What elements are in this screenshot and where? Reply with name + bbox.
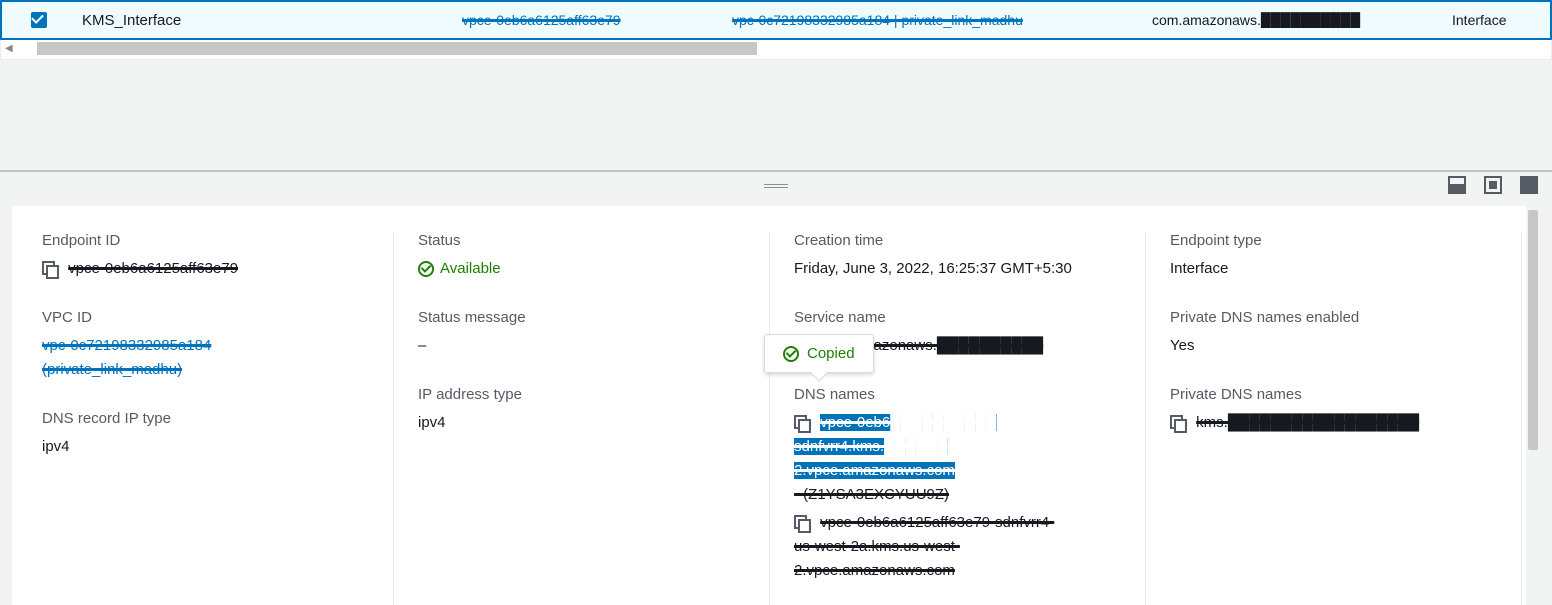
copy-icon[interactable] bbox=[1170, 415, 1184, 429]
copy-icon[interactable] bbox=[794, 515, 808, 529]
value-dns-record-ip-type: ipv4 bbox=[42, 435, 369, 459]
value-private-dns-names: kms.██████████████████ bbox=[1170, 411, 1497, 435]
panel-size-small-icon[interactable] bbox=[1448, 176, 1466, 194]
value-vpc-id[interactable]: vpc-0c72198332985a184 (private_link_madh… bbox=[42, 334, 369, 382]
row-name: KMS_Interface bbox=[68, 12, 448, 29]
copied-popover: Copied bbox=[764, 334, 874, 373]
label-status: Status bbox=[418, 232, 745, 249]
dns2-line1: vpce-0eb6a6125aff63e79-sdnfvrr4- bbox=[820, 514, 1054, 531]
scrollbar-thumb[interactable] bbox=[37, 42, 757, 55]
details-toolbar bbox=[0, 172, 1552, 200]
private-dns-text: kms.██████████████████ bbox=[1196, 414, 1419, 431]
horizontal-scrollbar[interactable]: ◀ bbox=[0, 40, 1552, 60]
dns-name-1: vpce-0eb6██████████ sdnfvrr4.kms.██████ … bbox=[794, 411, 1121, 507]
details-col-2: Status Available Status message – IP add… bbox=[394, 232, 770, 605]
value-status-message: – bbox=[418, 334, 745, 358]
value-ip-address-type: ipv4 bbox=[418, 411, 745, 435]
drag-handle-icon[interactable] bbox=[764, 182, 788, 188]
checkbox-checked-icon[interactable] bbox=[31, 12, 47, 28]
value-private-dns-enabled: Yes bbox=[1170, 334, 1497, 358]
dns1-hosted-zone: - (Z1YSA3EXCYUU9Z) bbox=[794, 486, 949, 503]
status-text: Available bbox=[440, 257, 501, 281]
copy-icon[interactable] bbox=[794, 415, 808, 429]
vpc-id-line2[interactable]: (private_link_madhu) bbox=[42, 361, 182, 378]
endpoint-id-text: vpce-0eb6a6125aff63e79 bbox=[68, 260, 238, 277]
label-dns-names: DNS names bbox=[794, 386, 1121, 403]
label-ip-address-type: IP address type bbox=[418, 386, 745, 403]
check-circle-icon bbox=[418, 261, 434, 277]
copy-icon[interactable] bbox=[42, 261, 56, 275]
details-col-3: Creation time Friday, June 3, 2022, 16:2… bbox=[770, 232, 1146, 605]
value-endpoint-id: vpce-0eb6a6125aff63e79 bbox=[42, 257, 369, 281]
dns-name-2: vpce-0eb6a6125aff63e79-sdnfvrr4- us-west… bbox=[794, 511, 1121, 583]
dns1-line2: sdnfvrr4.kms.██████ bbox=[794, 438, 948, 455]
table-row[interactable]: KMS_Interface vpce-0eb6a6125aff63e79 vpc… bbox=[0, 0, 1552, 40]
label-dns-record-ip-type: DNS record IP type bbox=[42, 410, 369, 427]
label-private-dns-names: Private DNS names bbox=[1170, 386, 1497, 403]
label-creation-time: Creation time bbox=[794, 232, 1121, 249]
label-endpoint-type: Endpoint type bbox=[1170, 232, 1497, 249]
row-vpc[interactable]: vpc-0c72198332985a184 | private_link_mad… bbox=[718, 12, 1138, 28]
dns2-line2: us-west-2a.kms.us-west- bbox=[794, 538, 960, 555]
endpoint-details-panel: Endpoint ID vpce-0eb6a6125aff63e79 VPC I… bbox=[12, 206, 1540, 605]
dns1-line1: vpce-0eb6██████████ bbox=[820, 414, 996, 431]
dns1-line3: 2.vpce.amazonaws.com bbox=[794, 462, 955, 479]
label-vpc-id: VPC ID bbox=[42, 309, 369, 326]
label-private-dns-enabled: Private DNS names enabled bbox=[1170, 309, 1497, 326]
scrollbar-thumb[interactable] bbox=[1528, 210, 1538, 450]
details-vertical-scrollbar[interactable] bbox=[1526, 206, 1540, 605]
check-circle-icon bbox=[783, 346, 799, 362]
row-checkbox-cell[interactable] bbox=[10, 12, 68, 28]
row-endpoint-type: Interface bbox=[1438, 12, 1542, 28]
spacer bbox=[0, 60, 1552, 170]
value-creation-time: Friday, June 3, 2022, 16:25:37 GMT+5:30 bbox=[794, 257, 1121, 281]
panel-size-medium-icon[interactable] bbox=[1484, 176, 1502, 194]
details-col-4: Endpoint type Interface Private DNS name… bbox=[1146, 232, 1522, 605]
scroll-left-icon[interactable]: ◀ bbox=[5, 43, 15, 55]
row-service-name: com.amazonaws.██████████ bbox=[1138, 12, 1438, 28]
row-endpoint-id[interactable]: vpce-0eb6a6125aff63e79 bbox=[448, 12, 718, 28]
label-endpoint-id: Endpoint ID bbox=[42, 232, 369, 249]
vpc-id-line1[interactable]: vpc-0c72198332985a184 bbox=[42, 337, 211, 354]
dns2-line3: 2.vpce.amazonaws.com bbox=[794, 562, 955, 579]
label-status-message: Status message bbox=[418, 309, 745, 326]
popover-text: Copied bbox=[807, 345, 855, 362]
value-status: Available bbox=[418, 257, 745, 281]
value-endpoint-type: Interface bbox=[1170, 257, 1497, 281]
panel-size-full-icon[interactable] bbox=[1520, 176, 1538, 194]
details-col-1: Endpoint ID vpce-0eb6a6125aff63e79 VPC I… bbox=[42, 232, 394, 605]
label-service-name: Service name bbox=[794, 309, 1121, 326]
endpoints-table: KMS_Interface vpce-0eb6a6125aff63e79 vpc… bbox=[0, 0, 1552, 60]
